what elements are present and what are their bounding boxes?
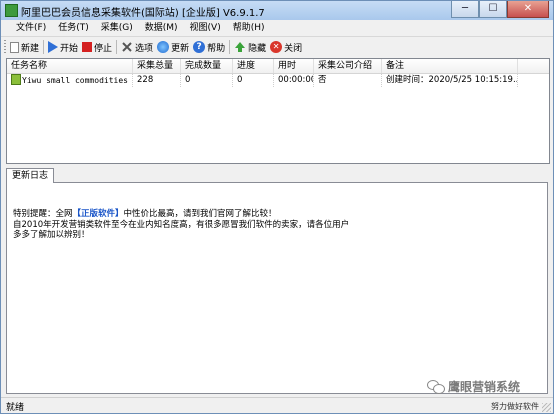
minimize-button[interactable]: ─ bbox=[451, 1, 479, 18]
stop-icon bbox=[82, 42, 93, 52]
status-slogan: 努力做好软件 bbox=[491, 402, 539, 411]
column-total[interactable]: 采集总量 bbox=[133, 59, 181, 73]
menu-data[interactable]: 数据(M) bbox=[145, 20, 178, 36]
options-label: 选项 bbox=[135, 43, 154, 54]
close-icon: ✕ bbox=[270, 41, 283, 53]
maximize-button[interactable]: ☐ bbox=[479, 1, 507, 18]
play-icon bbox=[48, 41, 59, 53]
watermark: 鹰眼营销系统 bbox=[427, 378, 520, 395]
watermark-text: 鹰眼营销系统 bbox=[448, 380, 521, 394]
status-text: 就绪 bbox=[6, 403, 25, 413]
cell-progress: 0 bbox=[233, 74, 274, 87]
resize-grip-icon[interactable] bbox=[542, 403, 551, 412]
cell-task-name: Yiwu small commodities bbox=[7, 74, 133, 87]
task-list-header: 任务名称 采集总量 完成数量 进度 用时 采集公司介绍 备注 bbox=[7, 59, 549, 74]
column-company-intro[interactable]: 采集公司介绍 bbox=[314, 59, 382, 73]
toolbar: 新建 开始 停止 选项 更新 ? 帮助 隐藏 ✕ 关闭 bbox=[1, 37, 553, 57]
column-progress[interactable]: 进度 bbox=[233, 59, 274, 73]
menu-task[interactable]: 任务(T) bbox=[58, 20, 89, 36]
log-line-1-suffix: 中性价比最高，请到我们官网了解比较！ bbox=[123, 209, 277, 219]
app-icon bbox=[5, 4, 18, 17]
cell-completed: 0 bbox=[181, 74, 233, 87]
start-label: 开始 bbox=[60, 43, 79, 54]
tab-update-log[interactable]: 更新日志 bbox=[6, 168, 55, 183]
window-title: 阿里巴巴会员信息采集软件(国际站) [企业版] V6.9.1.7 bbox=[21, 8, 265, 19]
cell-notes: 创建时间：2020/5/25 10:15:19... bbox=[382, 74, 518, 87]
task-list[interactable]: 任务名称 采集总量 完成数量 进度 用时 采集公司介绍 备注 Yiwu smal… bbox=[6, 58, 550, 164]
column-task-name[interactable]: 任务名称 bbox=[7, 59, 133, 73]
title-bar[interactable]: 阿里巴巴会员信息采集软件(国际站) [企业版] V6.9.1.7 ─ ☐ ✕ bbox=[1, 1, 553, 20]
toolbar-separator bbox=[43, 40, 45, 54]
cell-company-intro: 否 bbox=[314, 74, 382, 87]
hide-label: 隐藏 bbox=[248, 43, 267, 54]
update-log-text: 特别提醒：全网【正版软件】中性价比最高，请到我们官网了解比较！ 自2010年开发… bbox=[13, 209, 533, 241]
column-time[interactable]: 用时 bbox=[274, 59, 314, 73]
help-label: 帮助 bbox=[207, 43, 226, 54]
close-window-button[interactable]: ✕ bbox=[507, 1, 549, 18]
update-button[interactable]: 更新 bbox=[157, 38, 189, 56]
menu-bar: 文件(F) 任务(T) 采集(G) 数据(M) 视图(V) 帮助(H) bbox=[1, 20, 553, 37]
new-button[interactable]: 新建 bbox=[10, 38, 39, 56]
new-document-icon bbox=[10, 41, 19, 53]
app-window: 阿里巴巴会员信息采集软件(国际站) [企业版] V6.9.1.7 ─ ☐ ✕ 文… bbox=[0, 0, 554, 414]
column-notes[interactable]: 备注 bbox=[382, 59, 518, 73]
task-name-text: Yiwu small commodities bbox=[22, 76, 128, 85]
column-completed[interactable]: 完成数量 bbox=[181, 59, 233, 73]
log-line-2: 自2010年开发营销类软件至今在业内知名度高，有很多愿冒我们软件的卖家，请各位用… bbox=[13, 219, 350, 230]
table-row[interactable]: Yiwu small commodities 228 0 0 00:00:00 … bbox=[7, 74, 549, 87]
task-icon bbox=[11, 74, 21, 85]
stop-button[interactable]: 停止 bbox=[82, 38, 112, 56]
menu-help[interactable]: 帮助(H) bbox=[233, 20, 265, 36]
log-line-1: 特别提醒：全网【正版软件】中性价比最高，请到我们官网了解比较！ bbox=[13, 209, 533, 220]
hide-button[interactable]: 隐藏 bbox=[234, 38, 266, 56]
help-button[interactable]: ? 帮助 bbox=[193, 38, 225, 56]
log-tab-area: 更新日志 特别提醒：全网【正版软件】中性价比最高，请到我们官网了解比较！ 自20… bbox=[6, 168, 548, 394]
close-button[interactable]: ✕ 关闭 bbox=[270, 38, 302, 56]
menu-collect[interactable]: 采集(G) bbox=[101, 20, 133, 36]
start-button[interactable]: 开始 bbox=[48, 38, 78, 56]
hide-icon bbox=[234, 41, 246, 53]
update-label: 更新 bbox=[171, 43, 190, 54]
toolbar-separator bbox=[229, 40, 231, 54]
status-bar: 就绪 努力做好软件 bbox=[1, 397, 553, 413]
log-line-1-prefix: 特别提醒：全网 bbox=[13, 209, 73, 219]
stop-label: 停止 bbox=[94, 43, 113, 54]
update-log-panel[interactable]: 特别提醒：全网【正版软件】中性价比最高，请到我们官网了解比较！ 自2010年开发… bbox=[6, 182, 548, 394]
toolbar-grip bbox=[4, 40, 6, 54]
new-label: 新建 bbox=[21, 43, 40, 54]
update-icon bbox=[157, 41, 170, 53]
window-controls: ─ ☐ ✕ bbox=[451, 1, 549, 18]
options-button[interactable]: 选项 bbox=[121, 38, 153, 56]
cell-total: 228 bbox=[133, 74, 181, 87]
close-label: 关闭 bbox=[284, 43, 303, 54]
log-line-3: 多多了解加以辨别！ bbox=[13, 230, 90, 240]
help-icon: ? bbox=[193, 41, 206, 53]
tools-icon bbox=[121, 41, 133, 53]
toolbar-separator bbox=[116, 40, 118, 54]
log-highlight: 【正版软件】 bbox=[72, 209, 124, 219]
menu-view[interactable]: 视图(V) bbox=[190, 20, 221, 36]
cell-time: 00:00:00 bbox=[274, 74, 314, 87]
wechat-icon bbox=[427, 379, 445, 394]
menu-file[interactable]: 文件(F) bbox=[16, 20, 46, 36]
